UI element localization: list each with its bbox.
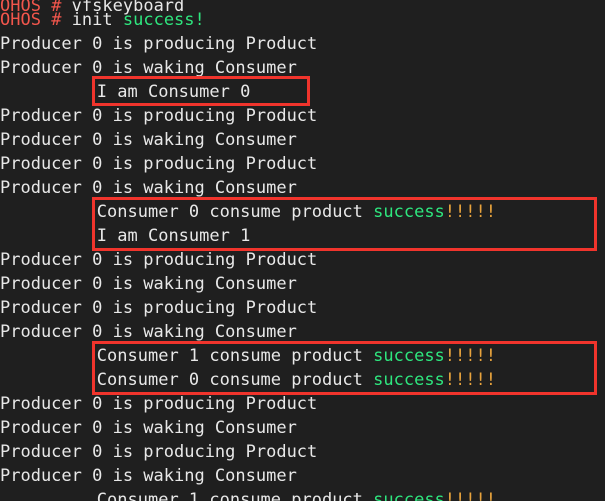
terminal-line: Producer 0 is producing Product [0, 152, 317, 176]
terminal-output-pane[interactable]: OHOS # vfskeyboard OHOS # init success! Pr… [0, 0, 605, 501]
terminal-line: Producer 0 is producing Product [0, 296, 317, 320]
terminal-line: Producer 0 is waking Consumer [0, 320, 297, 344]
terminal-line: Producer 0 is waking Consumer [0, 416, 297, 440]
terminal-text-segment: Producer 0 is producing Product [0, 442, 318, 462]
terminal-text-segment: # [51, 10, 62, 30]
terminal-line: Producer 0 is waking Consumer [0, 464, 297, 488]
terminal-text-segment: Producer 0 is waking Consumer [0, 322, 297, 342]
terminal-line: Consumer 0 consume product success!!!!! [97, 200, 496, 224]
terminal-line: Consumer 0 consume product success!!!!! [97, 368, 496, 392]
terminal-line: Producer 0 is producing Product [0, 32, 317, 56]
terminal-text-segment: success [373, 346, 445, 366]
terminal-text-segment: success [373, 370, 445, 390]
terminal-line: Consumer 1 consume product success!!!!! [97, 344, 496, 368]
terminal-text-segment: success! [122, 10, 205, 30]
terminal-text-segment: Consumer 0 consume product [96, 370, 374, 390]
terminal-text-segment: Producer 0 is producing Product [0, 250, 318, 270]
terminal-text-segment: I am Consumer 0 [96, 82, 251, 102]
terminal-text-segment: OHOS [0, 10, 41, 30]
terminal-line: OHOS # init success! [0, 8, 205, 32]
terminal-text-segment: Producer 0 is producing Product [0, 154, 318, 174]
terminal-text-segment: Producer 0 is producing Product [0, 394, 318, 414]
terminal-line: Producer 0 is waking Consumer [0, 128, 297, 152]
terminal-text-segment: Producer 0 is producing Product [0, 298, 318, 318]
terminal-text-segment: Producer 0 is waking Consumer [0, 274, 297, 294]
terminal-line: Producer 0 is producing Product [0, 392, 317, 416]
terminal-text-segment: success [373, 202, 445, 222]
terminal-line: I am Consumer 1 [97, 224, 251, 248]
terminal-line: Producer 0 is producing Product [0, 248, 317, 272]
terminal-line: Producer 0 is waking Consumer [0, 176, 297, 200]
terminal-text-segment: Producer 0 is waking Consumer [0, 178, 297, 198]
terminal-line: I am Consumer 0 [97, 80, 251, 104]
terminal-text-segment: Producer 0 is waking Consumer [0, 418, 297, 438]
terminal-text-segment: Consumer 0 consume product [96, 202, 374, 222]
terminal-text-segment: I am Consumer 1 [96, 226, 251, 246]
terminal-text-segment: Consumer 1 consume product [96, 346, 374, 366]
terminal-line: Consumer 1 consume product success!!!!! [97, 488, 496, 501]
terminal-text-segment: !!!!! [444, 370, 496, 390]
terminal-text-segment: Consumer 1 consume product [96, 490, 374, 501]
terminal-line: Producer 0 is waking Consumer [0, 56, 297, 80]
terminal-text-segment: success [373, 490, 445, 501]
terminal-text-segment: Producer 0 is waking Consumer [0, 466, 297, 486]
terminal-text-segment: Producer 0 is waking Consumer [0, 58, 297, 78]
terminal-text-segment: !!!!! [444, 490, 496, 501]
terminal-line: Producer 0 is producing Product [0, 440, 317, 464]
terminal-text-segment: init [61, 10, 123, 30]
terminal-text-segment: !!!!! [444, 202, 496, 222]
terminal-line: Producer 0 is waking Consumer [0, 272, 297, 296]
terminal-text-segment: Producer 0 is producing Product [0, 106, 318, 126]
terminal-line: Producer 0 is producing Product [0, 104, 317, 128]
terminal-text-segment: Producer 0 is producing Product [0, 34, 318, 54]
terminal-text-segment: Producer 0 is waking Consumer [0, 130, 297, 150]
terminal-text-segment: !!!!! [444, 346, 496, 366]
